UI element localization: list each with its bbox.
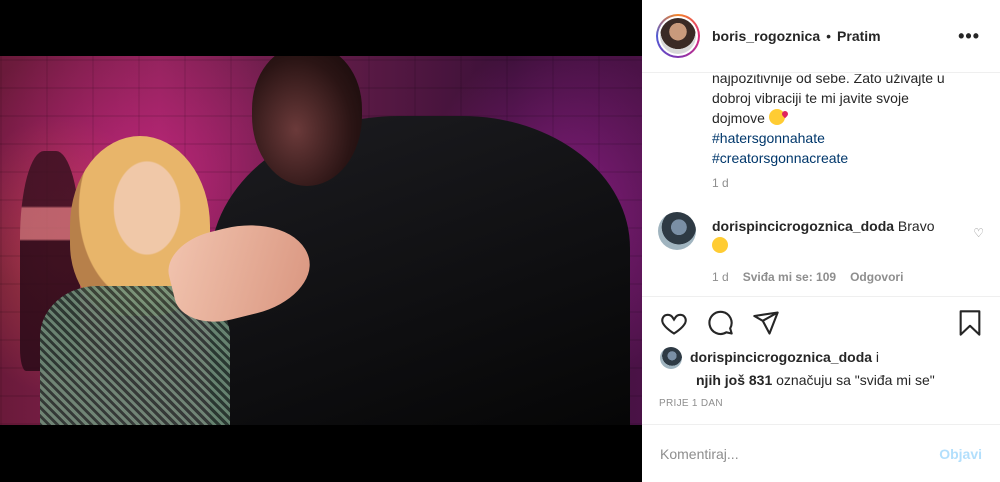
kiss-emoji-icon: [768, 109, 785, 125]
likes-suffix: označuju sa "sviđa mi se": [776, 372, 935, 389]
bookmark-icon[interactable]: [956, 309, 984, 337]
caption-line-2: dobroj vibraciji te mi javite svoje: [712, 90, 909, 106]
post-header: boris_rogoznica • Pratim •••: [642, 0, 1000, 73]
likes-summary: dorispincicrogoznica_doda i njih još 831…: [660, 346, 990, 391]
liker-username[interactable]: dorispincicrogoznica_doda: [690, 349, 872, 365]
comment-input[interactable]: [660, 445, 940, 462]
caption-line-3: dojmove: [712, 110, 765, 126]
action-bar: [642, 296, 1000, 348]
likes-and: i: [875, 349, 880, 365]
reply-button[interactable]: Odgovori: [850, 270, 903, 284]
caption-time[interactable]: 1 d: [712, 176, 729, 190]
more-icon[interactable]: •••: [958, 26, 980, 47]
comment-text: Bravo: [897, 218, 935, 234]
comment-likes[interactable]: Sviđa mi se: 109: [743, 270, 836, 284]
comment-like-icon[interactable]: ♡: [973, 226, 984, 240]
avatar[interactable]: [660, 18, 696, 54]
separator-dot: •: [826, 28, 832, 44]
comment: dorispincicrogoznica_doda Bravo: [712, 216, 962, 256]
comment-avatar[interactable]: [658, 212, 696, 250]
post-timestamp[interactable]: PRIJE 1 DAN: [659, 398, 723, 409]
liker-avatar[interactable]: [660, 347, 682, 370]
caption-text: najpozitivnije od sebe. Zato uživajte u …: [712, 74, 982, 168]
username-link[interactable]: boris_rogoznica: [712, 28, 820, 44]
heart-icon[interactable]: [660, 309, 688, 337]
hashtag-link[interactable]: #creatorsgonnacreate: [712, 148, 982, 168]
story-ring[interactable]: [656, 14, 700, 58]
add-comment-bar: Objavi: [642, 424, 1000, 482]
post-side-panel: boris_rogoznica • Pratim ••• najpozitivn…: [642, 0, 1000, 482]
post-comment-button[interactable]: Objavi: [939, 446, 982, 462]
post-media[interactable]: [0, 0, 642, 482]
comment-meta: 1 d Sviđa mi se: 109 Odgovori: [712, 270, 903, 284]
comments-list[interactable]: najpozitivnije od sebe. Zato uživajte u …: [642, 74, 1000, 296]
following-button[interactable]: Pratim: [837, 28, 881, 44]
comment-time[interactable]: 1 d: [712, 270, 729, 284]
comment-username[interactable]: dorispincicrogoznica_doda: [712, 218, 894, 234]
likes-count-link[interactable]: njih još 831: [696, 372, 772, 388]
video-frame[interactable]: [0, 56, 642, 425]
smile-emoji-icon: [712, 237, 728, 253]
share-icon[interactable]: [752, 309, 780, 337]
hashtag-link[interactable]: #hatersgonnahate: [712, 128, 982, 148]
comment-icon[interactable]: [706, 309, 734, 337]
caption-line-partial: najpozitivnije od sebe. Zato uživajte u: [712, 74, 945, 86]
